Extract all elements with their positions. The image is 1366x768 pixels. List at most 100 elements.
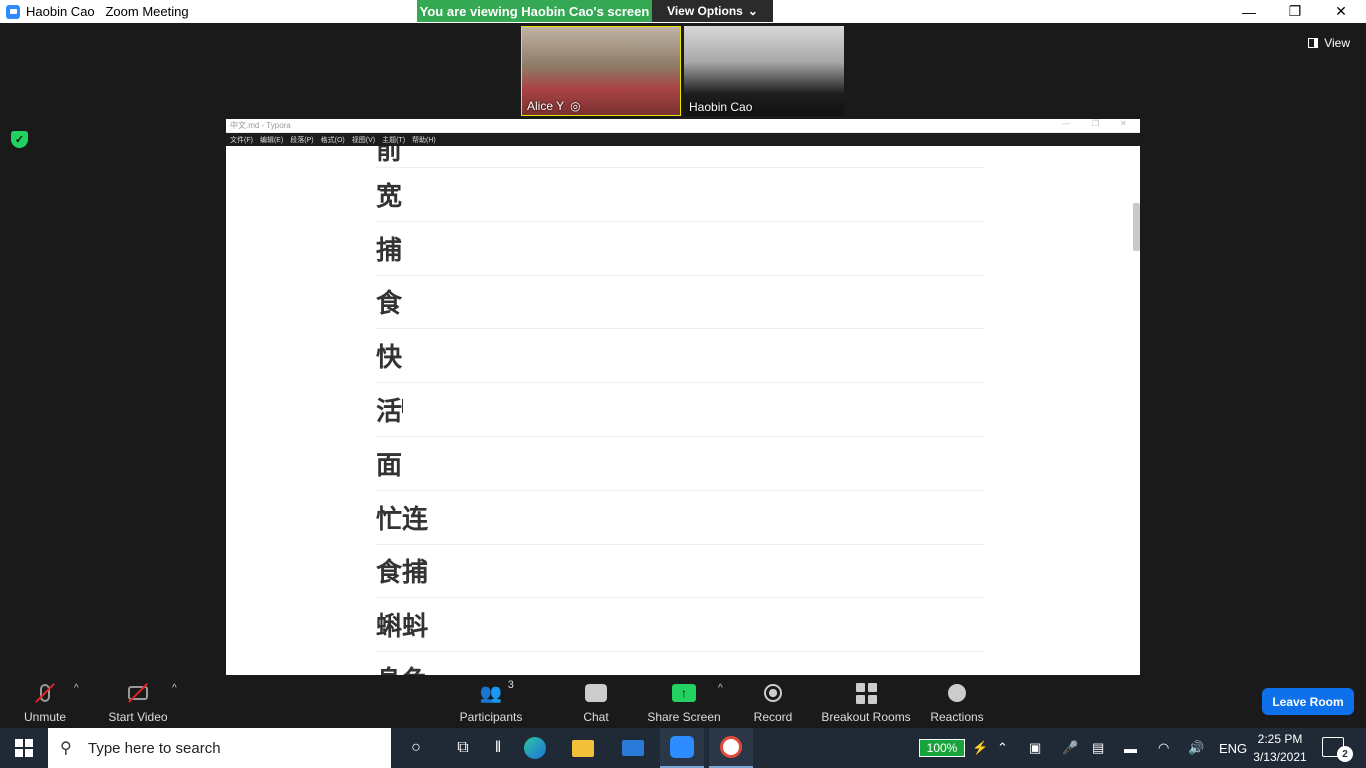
close-button[interactable]: ✕ bbox=[1318, 0, 1364, 23]
clock-date: 3/13/2021 bbox=[1253, 750, 1307, 764]
typora-menu-item: 编辑(E) bbox=[259, 136, 284, 144]
unmute-label: Unmute bbox=[23, 710, 67, 724]
unmute-button[interactable]: Unmute bbox=[22, 679, 68, 724]
chat-button[interactable]: Chat bbox=[578, 679, 614, 724]
leave-room-button[interactable]: Leave Room bbox=[1262, 688, 1354, 715]
chat-bubble-icon bbox=[585, 684, 607, 702]
notifications-count: 2 bbox=[1337, 746, 1353, 762]
battery-icon[interactable]: ▬ bbox=[1124, 728, 1137, 768]
heading-line: 活 bbox=[376, 383, 984, 437]
heading-line: 捕 bbox=[376, 222, 984, 276]
participants-button[interactable]: 👥 3 Participants bbox=[458, 679, 524, 724]
breakout-rooms-button[interactable]: Breakout Rooms bbox=[820, 679, 912, 724]
record-button[interactable]: Record bbox=[752, 679, 794, 724]
chevron-down-icon: ⌄ bbox=[747, 4, 758, 18]
view-label: View bbox=[1324, 36, 1350, 50]
zoom-meeting-window: Haobin Cao Zoom Meeting — ❐ ✕ You are vi… bbox=[0, 0, 1366, 768]
view-options-label: View Options bbox=[667, 4, 743, 18]
edge-browser-button[interactable] bbox=[513, 728, 557, 768]
heading-line: 食 bbox=[376, 276, 984, 330]
clock[interactable]: 2:25 PM 3/13/2021 bbox=[1250, 730, 1310, 766]
heading-line: 宽 bbox=[376, 168, 984, 222]
mail-button[interactable] bbox=[611, 728, 655, 768]
cortana-icon[interactable]: ○ bbox=[394, 728, 438, 768]
clock-time: 2:25 PM bbox=[1257, 732, 1303, 746]
typora-menu-item: 文件(F) bbox=[230, 136, 253, 144]
share-options-caret-icon[interactable]: ^ bbox=[718, 683, 723, 694]
share-screen-label: Share Screen bbox=[647, 710, 721, 724]
maximize-button[interactable]: ❐ bbox=[1272, 0, 1318, 23]
participants-count: 3 bbox=[507, 679, 514, 691]
start-video-button[interactable]: Start Video bbox=[107, 679, 169, 724]
view-layout-icon bbox=[1308, 38, 1319, 48]
typora-menu-item: 段落(P) bbox=[290, 136, 314, 144]
text-cursor-icon bbox=[402, 399, 404, 413]
participants-icon: 👥 bbox=[479, 682, 503, 703]
typora-maximize-icon: ❐ bbox=[1092, 119, 1100, 128]
typora-minimize-icon: — bbox=[1062, 119, 1070, 128]
typora-title: 中文.md - Typora bbox=[230, 121, 291, 130]
record-label: Record bbox=[753, 710, 793, 724]
heading-line: 快 bbox=[376, 329, 984, 384]
zoom-app-button[interactable] bbox=[660, 728, 704, 768]
heading-line: 前 bbox=[376, 146, 984, 168]
language-indicator[interactable]: ENG bbox=[1219, 728, 1247, 768]
video-options-caret-icon[interactable]: ^ bbox=[172, 683, 177, 694]
video-tile-alice[interactable]: Alice Y ◎ bbox=[521, 26, 681, 116]
reactions-label: Reactions bbox=[930, 710, 984, 724]
breakout-rooms-label: Breakout Rooms bbox=[821, 710, 911, 724]
typora-app-icon bbox=[720, 736, 742, 758]
participant-name: Alice Y bbox=[527, 99, 565, 113]
reactions-smiley-icon bbox=[948, 684, 966, 702]
shared-screen[interactable]: 中文.md - Typora — ❐ ✕ 文件(F) 编辑(E) 段落(P) 格… bbox=[226, 119, 1140, 675]
folder-icon bbox=[572, 739, 594, 757]
typora-menu-item: 视图(V) bbox=[351, 136, 376, 144]
volume-icon[interactable]: 🔊 bbox=[1188, 728, 1204, 768]
typora-menu-item: 主题(T) bbox=[382, 136, 406, 144]
share-screen-button[interactable]: ↑ Share Screen bbox=[647, 679, 721, 724]
meet-now-icon[interactable]: ▣ bbox=[1029, 728, 1041, 768]
window-title: Haobin Cao Zoom Meeting bbox=[26, 4, 189, 19]
minimize-button[interactable]: — bbox=[1226, 0, 1272, 23]
zoom-logo-icon bbox=[6, 4, 20, 19]
scrollbar-thumb[interactable] bbox=[1133, 203, 1140, 251]
share-arrow-icon: ↑ bbox=[672, 684, 696, 702]
chevron-up-icon[interactable]: ⌃ bbox=[997, 728, 1008, 768]
edge-icon bbox=[524, 737, 546, 759]
search-placeholder: Type here to search bbox=[88, 739, 221, 757]
taskbar-search-box[interactable]: ⚲ Type here to search bbox=[48, 728, 391, 768]
reactions-button[interactable]: Reactions bbox=[929, 679, 985, 724]
power-plug-icon: ⚡ bbox=[972, 740, 989, 755]
typora-menu-item: 帮助(H) bbox=[412, 136, 436, 144]
typora-menu-item: 格式(O) bbox=[320, 136, 345, 144]
microphone-icon[interactable]: 🎤 bbox=[1062, 728, 1078, 768]
monitor-icon[interactable]: ▤ bbox=[1092, 728, 1104, 768]
heading-line: 蝌蚪 bbox=[376, 598, 984, 653]
typora-app-button[interactable] bbox=[709, 728, 753, 768]
view-button[interactable]: View bbox=[1308, 36, 1350, 50]
chat-label: Chat bbox=[583, 710, 609, 724]
start-video-label: Start Video bbox=[108, 710, 168, 724]
typora-title-bar: 中文.md - Typora — ❐ ✕ bbox=[226, 119, 1140, 133]
participant-name-tag: Haobin Cao bbox=[689, 100, 752, 114]
windows-taskbar: ⚲ Type here to search ○ ⧉ ‖ 100% ⚡ ⌃ ▣ 🎤… bbox=[0, 728, 1366, 768]
windows-logo-icon bbox=[15, 739, 33, 757]
view-options-button[interactable]: View Options ⌄ bbox=[652, 0, 773, 22]
participant-name-tag: Alice Y ◎ bbox=[527, 99, 581, 113]
security-shield-icon[interactable]: ✓ bbox=[11, 131, 28, 148]
battery-meter[interactable]: 100% bbox=[919, 739, 965, 757]
document-body: 前 宽 捕 食 快 活 面 忙连 食捕 蝌蚪 身色 bbox=[376, 146, 984, 675]
breakout-rooms-icon bbox=[855, 682, 877, 704]
participant-name: Haobin Cao bbox=[689, 100, 753, 114]
mail-icon bbox=[622, 740, 644, 756]
heading-line: 身色 bbox=[376, 652, 984, 675]
audio-options-caret-icon[interactable]: ^ bbox=[74, 683, 79, 694]
typora-close-icon: ✕ bbox=[1120, 119, 1127, 128]
wifi-icon[interactable]: ◠ bbox=[1158, 728, 1169, 768]
video-tile-haobin[interactable]: Haobin Cao bbox=[684, 26, 844, 116]
start-button[interactable] bbox=[0, 728, 48, 768]
notifications-button[interactable]: 2 bbox=[1322, 737, 1353, 762]
file-explorer-button[interactable] bbox=[561, 728, 605, 768]
participants-label: Participants bbox=[459, 710, 523, 724]
spotlight-icon: ◎ bbox=[570, 99, 581, 113]
